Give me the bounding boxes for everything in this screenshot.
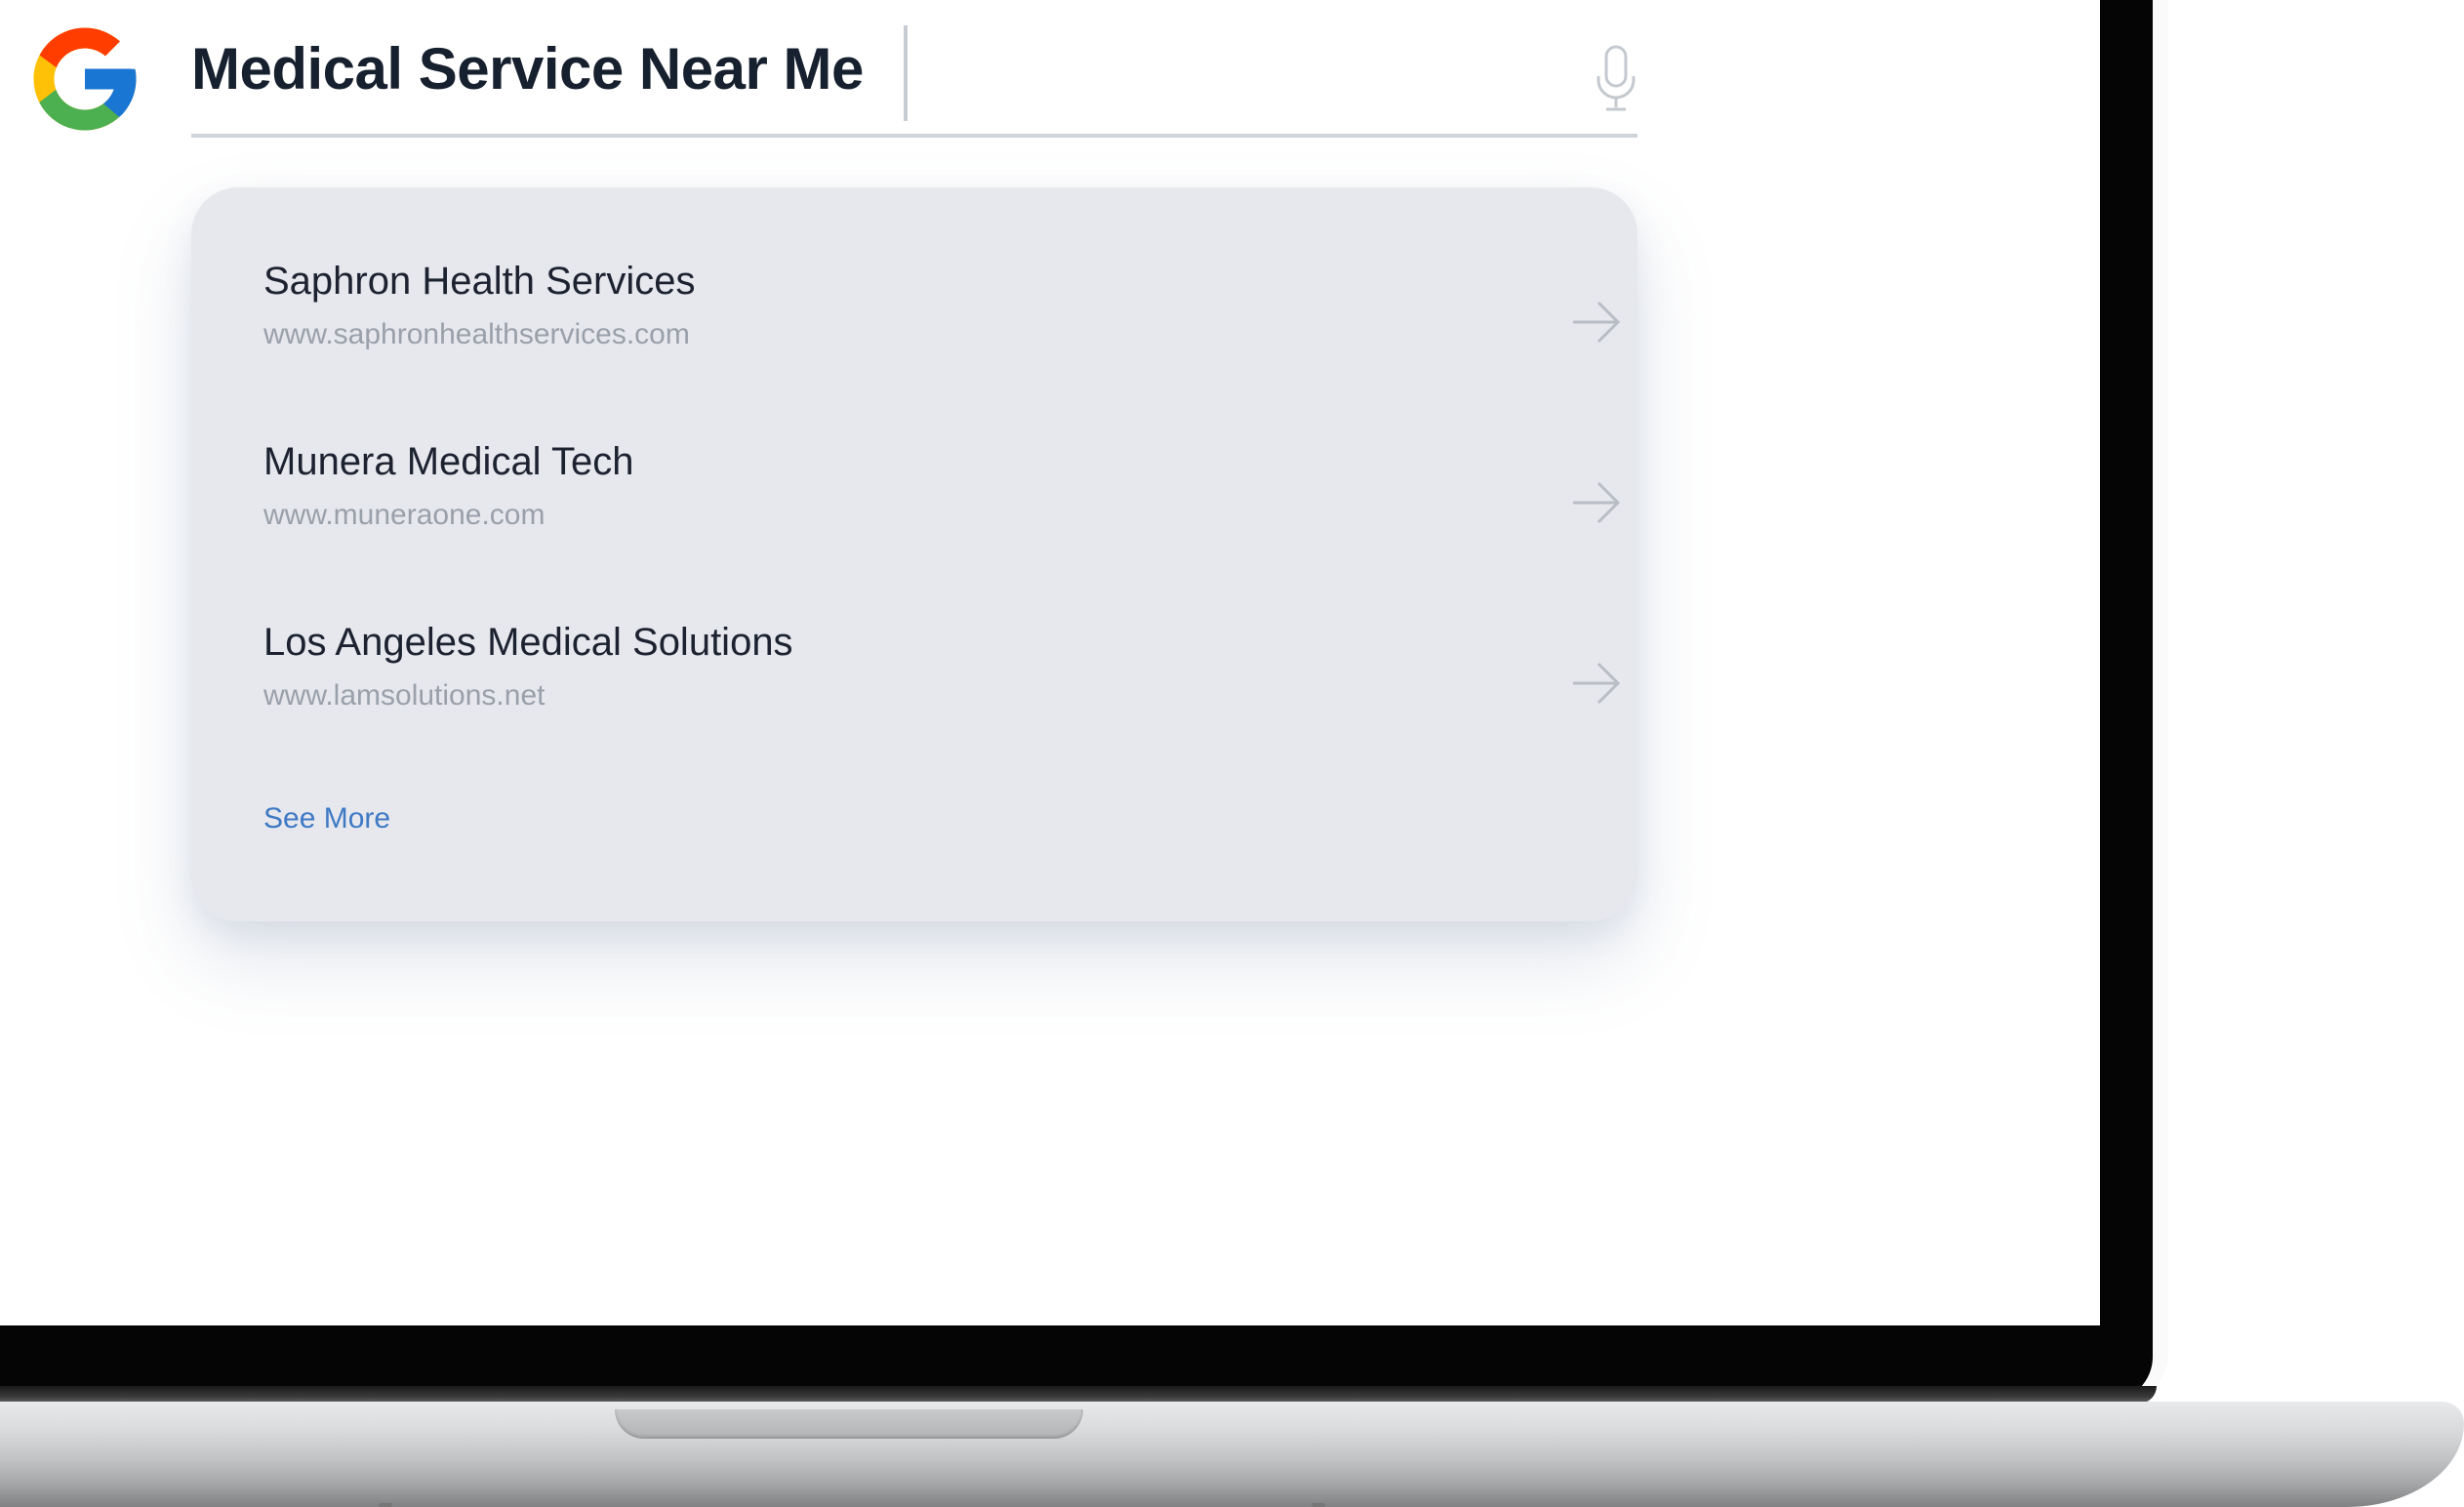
laptop-foot bbox=[379, 1503, 392, 1507]
search-result-item[interactable]: Los Angeles Medical Solutions www.lamsol… bbox=[263, 621, 1621, 757]
result-url[interactable]: www.lamsolutions.net bbox=[263, 679, 545, 713]
arrow-right-icon[interactable] bbox=[1571, 660, 1622, 707]
laptop-screen: Medical Service Near Me Saphron Health S… bbox=[0, 0, 2100, 1325]
laptop-opening-notch bbox=[615, 1409, 1083, 1439]
microphone-icon[interactable] bbox=[1593, 45, 1639, 113]
search-result-item[interactable]: Saphron Health Services www.saphronhealt… bbox=[263, 260, 1621, 396]
arrow-right-icon[interactable] bbox=[1571, 299, 1622, 346]
result-title[interactable]: Saphron Health Services bbox=[263, 260, 695, 304]
laptop-foot bbox=[1312, 1503, 1325, 1507]
result-url[interactable]: www.saphronhealthservices.com bbox=[263, 318, 690, 351]
result-title[interactable]: Los Angeles Medical Solutions bbox=[263, 621, 793, 665]
laptop-base bbox=[0, 1402, 2464, 1507]
search-result-item[interactable]: Munera Medical Tech www.muneraone.com bbox=[263, 440, 1621, 577]
text-caret bbox=[904, 25, 908, 121]
search-results-dropdown: Saphron Health Services www.saphronhealt… bbox=[191, 187, 1637, 921]
result-title[interactable]: Munera Medical Tech bbox=[263, 440, 633, 484]
google-logo-icon bbox=[33, 27, 137, 131]
see-more-link[interactable]: See More bbox=[263, 802, 390, 835]
search-input[interactable]: Medical Service Near Me bbox=[191, 35, 864, 102]
result-url[interactable]: www.muneraone.com bbox=[263, 499, 545, 532]
arrow-right-icon[interactable] bbox=[1571, 479, 1622, 526]
search-underline bbox=[191, 134, 1637, 138]
